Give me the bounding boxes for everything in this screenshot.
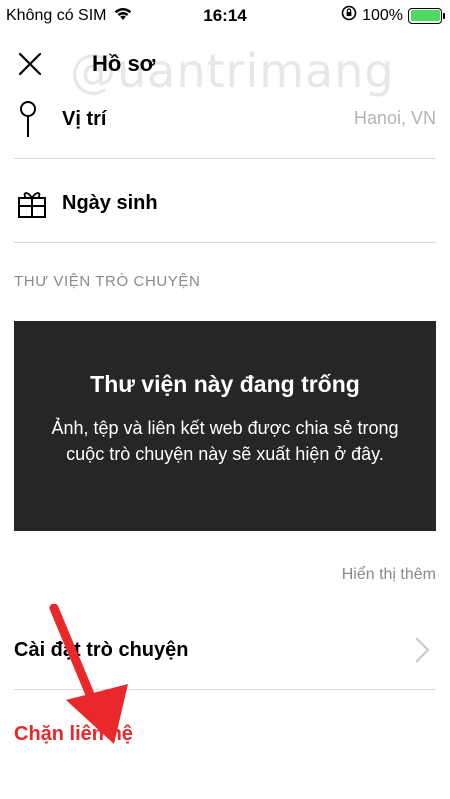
chevron-right-icon — [414, 636, 430, 669]
close-icon[interactable] — [16, 50, 44, 78]
status-bar: Không có SIM 16:14 100% — [0, 0, 450, 32]
gallery-section-title: THƯ VIỆN TRÒ CHUYỆN — [14, 273, 201, 290]
battery-percent: 100% — [362, 6, 403, 24]
gallery-empty-description: Ảnh, tệp và liên kết web được chia sẻ tr… — [51, 418, 399, 464]
location-value: Hanoi, VN — [353, 108, 436, 128]
birthday-row[interactable]: Ngày sinh — [14, 159, 436, 243]
gallery-empty-title: Thư viện này đang trống — [90, 371, 360, 397]
chat-settings-label: Cài đặt trò chuyện — [14, 639, 189, 661]
location-pin-icon — [16, 99, 40, 144]
location-row[interactable]: Vị trí Hanoi, VN — [14, 94, 436, 159]
status-right: 100% — [341, 5, 445, 26]
battery-fill — [410, 10, 440, 21]
show-more-link[interactable]: Hiển thị thêm — [342, 566, 436, 584]
page-title: Hồ sơ — [92, 51, 156, 76]
block-contact-button[interactable]: Chặn liên hệ — [14, 723, 133, 746]
chat-settings-row[interactable]: Cài đặt trò chuyện — [14, 610, 436, 690]
battery-icon — [408, 7, 445, 24]
gift-icon — [16, 187, 48, 224]
birthday-label: Ngày sinh — [62, 192, 158, 214]
orientation-lock-icon — [341, 5, 357, 26]
header: @uantrimang Hồ sơ — [0, 32, 450, 98]
location-label: Vị trí — [62, 108, 107, 130]
battery-tip — [443, 12, 445, 19]
close-button[interactable] — [16, 50, 44, 78]
gallery-empty-state: Thư viện này đang trống Ảnh, tệp và liên… — [14, 321, 436, 531]
